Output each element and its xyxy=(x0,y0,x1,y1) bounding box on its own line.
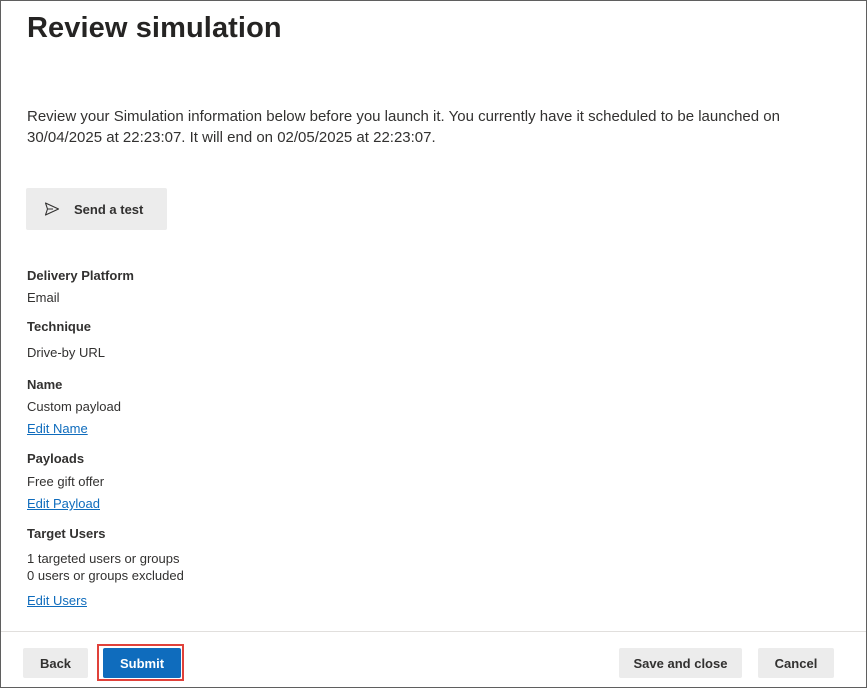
back-button[interactable]: Back xyxy=(23,648,88,678)
edit-name-link[interactable]: Edit Name xyxy=(27,421,88,436)
footer-divider xyxy=(1,631,866,632)
delivery-platform-value: Email xyxy=(27,290,60,305)
technique-label: Technique xyxy=(27,319,92,334)
review-simulation-panel: Review simulation Review your Simulation… xyxy=(0,0,867,688)
intro-text-line-2: 30/04/2025 at 22:23:07. It will end on 0… xyxy=(27,129,436,146)
submit-button[interactable]: Submit xyxy=(103,648,181,678)
send-test-label: Send a test xyxy=(74,201,144,217)
payloads-label: Payloads xyxy=(27,451,85,466)
name-value: Custom payload xyxy=(27,399,121,414)
page-title: Review simulation xyxy=(27,12,282,44)
intro-text-line-1: Review your Simulation information below… xyxy=(27,108,780,125)
edit-users-link[interactable]: Edit Users xyxy=(27,593,87,608)
target-users-label: Target Users xyxy=(27,526,106,541)
payloads-value: Free gift offer xyxy=(27,474,105,489)
cancel-button[interactable]: Cancel xyxy=(758,648,834,678)
send-test-button[interactable]: Send a test xyxy=(26,188,167,230)
intro-text: Review your Simulation information below… xyxy=(27,106,827,148)
send-icon xyxy=(44,201,60,217)
delivery-platform-label: Delivery Platform xyxy=(27,268,134,283)
edit-payload-link[interactable]: Edit Payload xyxy=(27,496,100,511)
save-and-close-button[interactable]: Save and close xyxy=(619,648,742,678)
target-users-excluded: 0 users or groups excluded xyxy=(27,568,184,583)
name-label: Name xyxy=(27,377,63,392)
technique-value: Drive-by URL xyxy=(27,345,106,360)
target-users-included: 1 targeted users or groups xyxy=(27,551,180,566)
